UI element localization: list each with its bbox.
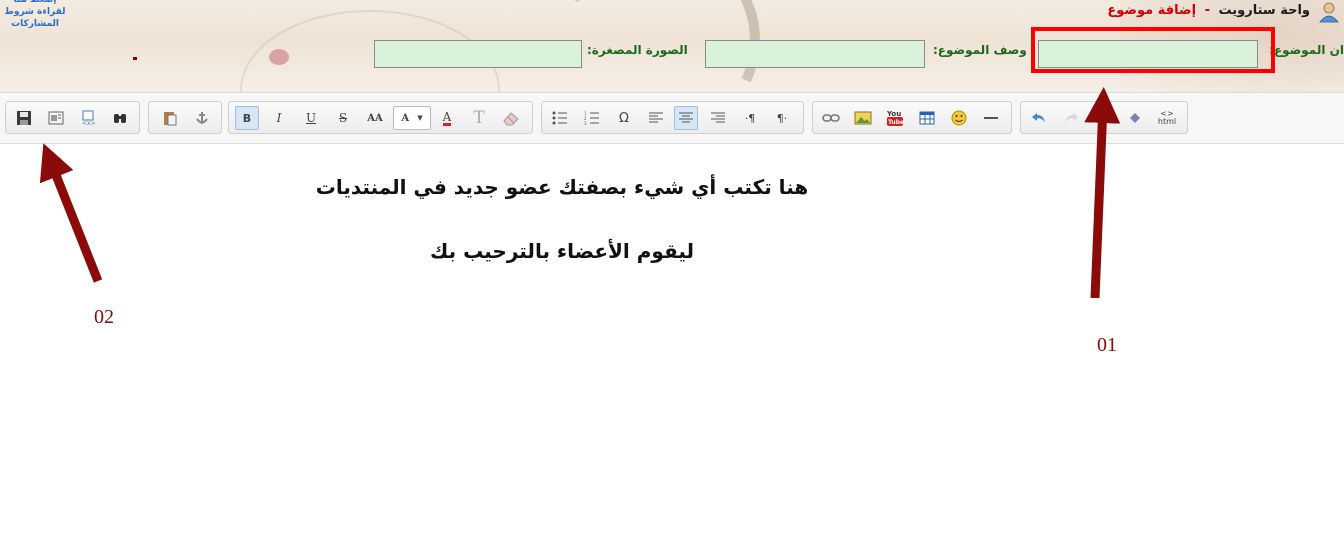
rtl-glyph: ¶· <box>776 111 788 125</box>
link-icon[interactable] <box>819 106 843 130</box>
annotation-label-02: 02 <box>94 306 114 328</box>
source-icon[interactable] <box>44 106 68 130</box>
toolbar-group-clipboard <box>148 101 222 134</box>
underline-button[interactable]: U <box>299 106 323 130</box>
toolbar-group-format: B I U S AA A ▼ A T <box>228 101 533 134</box>
image-icon[interactable] <box>851 106 875 130</box>
description-input[interactable] <box>705 40 925 68</box>
svg-text:3: 3 <box>584 121 587 125</box>
anchor-icon[interactable] <box>190 106 214 130</box>
svg-text:<x>: <x> <box>82 120 96 126</box>
font-color-label: A <box>442 109 452 126</box>
editor-line-1: هنا تكتب أي شيء بصفتك عضو جديد في المنتد… <box>315 175 809 199</box>
strike-button[interactable]: S <box>331 106 355 130</box>
find-icon[interactable] <box>108 106 132 130</box>
svg-text:You: You <box>886 110 901 118</box>
editor-line-2: ليقوم الأعضاء بالترحيب بك <box>429 239 695 263</box>
rtl-icon[interactable]: ¶· <box>770 106 794 130</box>
ltr-glyph: ·¶ <box>744 111 756 125</box>
font-size-label: AA <box>367 112 383 124</box>
horizontal-rule-icon[interactable] <box>979 106 1003 130</box>
special-char-label: Ω <box>619 110 629 126</box>
eraser-icon[interactable] <box>499 106 523 130</box>
svg-text:Tube: Tube <box>888 119 904 126</box>
font-face-label: A <box>401 112 410 124</box>
remove-format-icon[interactable] <box>1091 106 1115 130</box>
save-icon[interactable] <box>12 106 36 130</box>
font-size-button[interactable]: AA <box>363 106 387 130</box>
diamond-icon[interactable] <box>1123 106 1147 130</box>
toolbar-group-document: <x> <box>5 101 140 134</box>
bullet-list-icon[interactable] <box>548 106 572 130</box>
rules-link[interactable]: إضغط هنا لقراءة شروط المشاركات <box>0 0 70 30</box>
breadcrumb-forum[interactable]: واحة ستارويت <box>1219 3 1311 18</box>
text-style-button[interactable]: T <box>467 106 491 130</box>
toolbar-group-insert: You Tube <box>812 101 1012 134</box>
header-bar: إضغط هنا لقراءة شروط المشاركات واحة ستار… <box>0 0 1344 92</box>
bold-button[interactable]: B <box>235 106 259 130</box>
editor-body[interactable]: هنا تكتب أي شيء بصفتك عضو جديد في المنتد… <box>0 145 1344 544</box>
toolbar-group-paragraph: 123 Ω ·¶ ¶· <box>541 101 804 134</box>
thumbnail-label: الصورة المصغرة: <box>587 43 688 57</box>
toolbar-group-history: <> html <box>1020 101 1188 134</box>
align-left-icon[interactable] <box>644 106 668 130</box>
font-face-dropdown[interactable]: A ▼ <box>393 106 431 130</box>
special-char-button[interactable]: Ω <box>612 106 636 130</box>
italic-label: I <box>276 111 282 125</box>
chevron-down-icon: ▼ <box>417 114 423 122</box>
text-style-label: T <box>473 108 485 128</box>
ltr-icon[interactable]: ·¶ <box>738 106 762 130</box>
highlight-box <box>1031 27 1275 73</box>
emoji-icon[interactable] <box>947 106 971 130</box>
annotation-label-01: 01 <box>1097 334 1117 356</box>
youtube-icon[interactable]: You Tube <box>883 106 907 130</box>
user-icon <box>1319 2 1339 23</box>
paste-icon[interactable] <box>158 106 182 130</box>
breadcrumb: واحة ستارويت - إضافة موضوع <box>1107 3 1310 18</box>
redo-icon[interactable] <box>1059 106 1083 130</box>
background-decoration <box>269 49 289 65</box>
align-center-icon[interactable] <box>674 106 698 130</box>
background-decoration <box>133 57 137 60</box>
preview-icon[interactable]: <x> <box>76 106 100 130</box>
breadcrumb-separator: - <box>1204 3 1210 18</box>
title-label: ان الموضوع: <box>1269 43 1344 57</box>
html-mode-button[interactable]: <> html <box>1155 106 1179 130</box>
font-color-button[interactable]: A <box>435 106 459 130</box>
align-right-icon[interactable] <box>706 106 730 130</box>
undo-icon[interactable] <box>1027 106 1051 130</box>
number-list-icon[interactable]: 123 <box>580 106 604 130</box>
thumbnail-input[interactable] <box>374 40 582 68</box>
breadcrumb-current: إضافة موضوع <box>1107 3 1197 18</box>
editor-toolbar: <x> B I U S AA A ▼ A T 1 2 3 Ω ·¶ ¶· You… <box>0 92 1344 144</box>
strike-label: S <box>338 111 348 125</box>
html-label: html <box>1157 117 1177 126</box>
table-icon[interactable] <box>915 106 939 130</box>
italic-button[interactable]: I <box>267 106 291 130</box>
bold-label: B <box>242 111 252 125</box>
description-label: وصف الموضوع: <box>933 43 1027 57</box>
underline-label: U <box>305 111 317 125</box>
